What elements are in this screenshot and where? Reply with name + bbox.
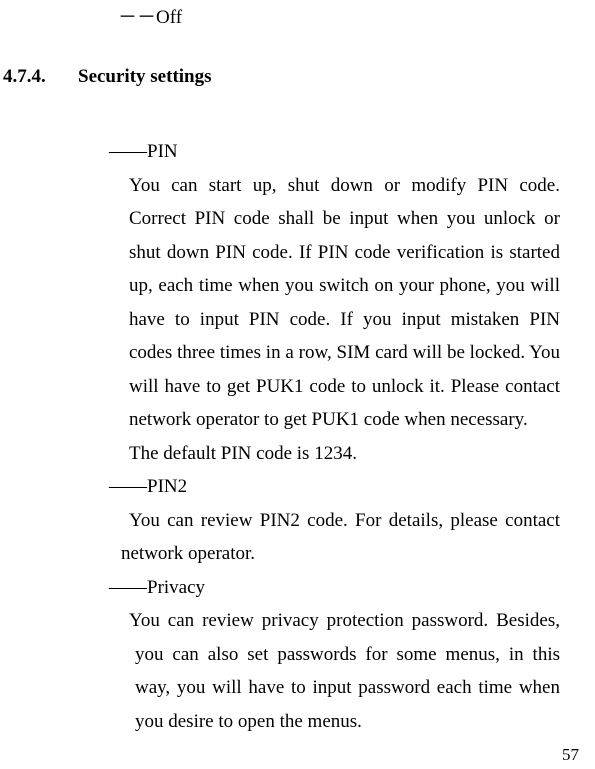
section-title: Security settings [78, 66, 212, 88]
section-number: 4.7.4. [3, 66, 46, 88]
pin-label: ――PIN [109, 135, 560, 169]
privacy-paragraph: You can review privacy protection passwo… [109, 604, 560, 738]
page: －－Off 4.7.4. Security settings ――PIN You… [0, 0, 595, 769]
content-block: ――PIN You can start up, shut down or mod… [109, 135, 560, 738]
top-off-line: －－Off [118, 2, 182, 29]
privacy-label: ――Privacy [109, 571, 560, 605]
page-number: 57 [562, 745, 579, 765]
pin2-paragraph: You can review PIN2 code. For details, p… [109, 504, 560, 571]
pin-default-line: The default PIN code is 1234. [109, 437, 560, 471]
pin-paragraph: You can start up, shut down or modify PI… [109, 169, 560, 437]
pin2-label: ――PIN2 [109, 470, 560, 504]
